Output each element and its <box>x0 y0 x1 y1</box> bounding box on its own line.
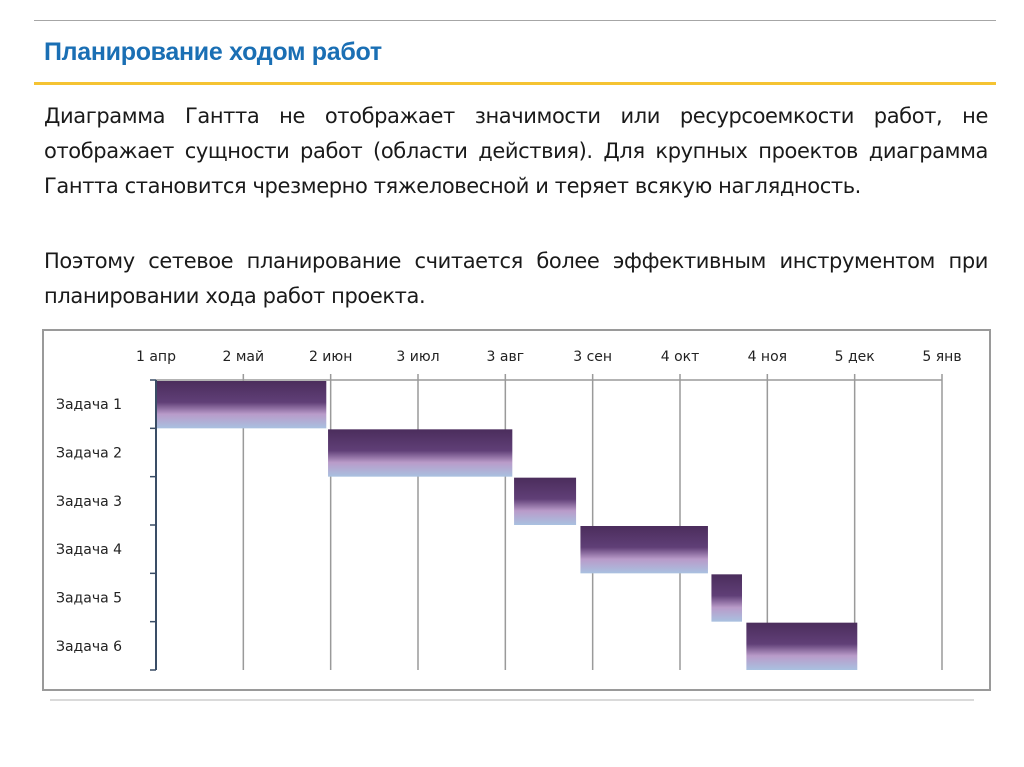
task-bar <box>328 429 513 477</box>
task-label: Задача 5 <box>56 591 122 607</box>
task-bar <box>156 381 327 429</box>
x-tick-label: 3 июл <box>396 349 439 365</box>
task-label: Задача 6 <box>56 639 122 655</box>
task-label: Задача 3 <box>56 494 122 510</box>
y-axis <box>150 379 157 671</box>
x-tick-label: 5 янв <box>922 349 961 365</box>
task-bar <box>514 477 577 525</box>
task-label: Задача 1 <box>56 397 122 413</box>
task-label: Задача 4 <box>56 542 122 558</box>
gantt-chart: 1 апр 2 май 2 июн 3 июл 3 авг 3 сен 4 окт 4 ноя… <box>56 349 962 671</box>
task-bar <box>711 574 743 622</box>
x-tick-label: 5 дек <box>835 349 875 365</box>
task-labels: Задача 1 Задача 2 Задача 3 Задача 4 Задача 5… <box>56 397 122 655</box>
x-tick-label: 3 авг <box>487 349 525 365</box>
task-label: Задача 2 <box>56 446 122 462</box>
x-tick-label: 1 апр <box>136 349 176 365</box>
task-bar <box>746 622 858 670</box>
x-tick-label: 4 ноя <box>748 349 788 365</box>
x-tick-labels: 1 апр 2 май 2 июн 3 июл 3 авг 3 сен 4 окт 4 ноя… <box>136 349 962 365</box>
x-tick-label: 4 окт <box>661 349 700 365</box>
task-bar <box>580 526 708 574</box>
bottom-divider <box>50 699 974 701</box>
task-bars <box>156 381 858 670</box>
x-tick-label: 3 сен <box>573 349 612 365</box>
x-tick-label: 2 май <box>223 349 265 365</box>
x-tick-label: 2 июн <box>309 349 352 365</box>
